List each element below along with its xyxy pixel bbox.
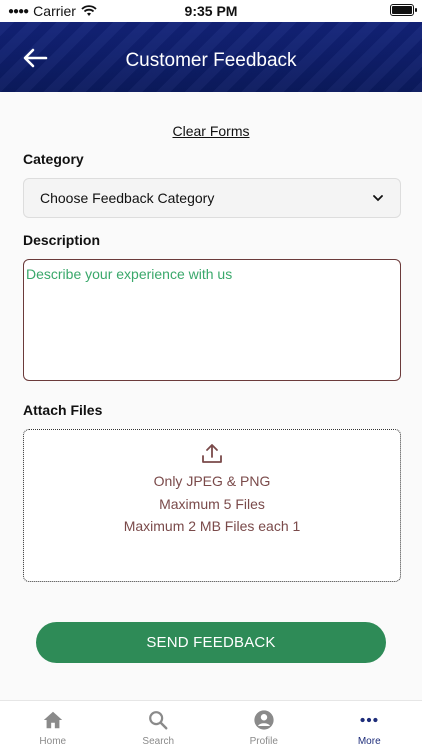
tab-home-label: Home <box>39 736 67 747</box>
attach-files-label: Attach Files <box>23 402 103 418</box>
send-feedback-button[interactable]: SEND FEEDBACK <box>36 622 386 663</box>
description-textarea[interactable]: Describe your experience with us <box>23 259 401 381</box>
more-icon <box>360 717 378 723</box>
app-header: Customer Feedback <box>0 22 422 92</box>
chevron-down-icon <box>373 195 383 202</box>
home-icon <box>43 711 62 729</box>
category-label: Category <box>23 151 84 167</box>
tab-profile-label: Profile <box>249 736 278 747</box>
category-select[interactable]: Choose Feedback Category <box>23 178 401 218</box>
upload-icon <box>202 444 222 463</box>
dropzone-line-formats: Only JPEG & PNG <box>153 473 271 489</box>
tab-home[interactable]: Home <box>0 701 106 750</box>
category-select-value: Choose Feedback Category <box>40 190 215 206</box>
bottom-tab-bar: Home Search Profile More <box>0 700 422 750</box>
dropzone-line-size: Maximum 2 MB Files each 1 <box>123 518 301 534</box>
description-label: Description <box>23 232 101 248</box>
tab-more-label: More <box>357 736 381 747</box>
status-bar: ●●●● Carrier 9:35 PM <box>0 0 422 22</box>
tab-search-label: Search <box>142 736 175 747</box>
page-title: Customer Feedback <box>125 50 297 71</box>
file-dropzone[interactable]: Only JPEG & PNG Maximum 5 Files Maximum … <box>23 429 401 582</box>
status-time: 9:35 PM <box>184 3 238 19</box>
tab-search[interactable]: Search <box>106 701 212 750</box>
battery-icon <box>390 4 417 16</box>
tab-more[interactable]: More <box>317 701 422 750</box>
clear-forms-link[interactable]: Clear Forms <box>0 123 422 139</box>
dropzone-line-count: Maximum 5 Files <box>159 495 265 512</box>
description-placeholder: Describe your experience with us <box>26 266 233 282</box>
tab-profile[interactable]: Profile <box>211 701 317 750</box>
search-icon <box>149 711 168 730</box>
profile-icon <box>254 710 274 730</box>
